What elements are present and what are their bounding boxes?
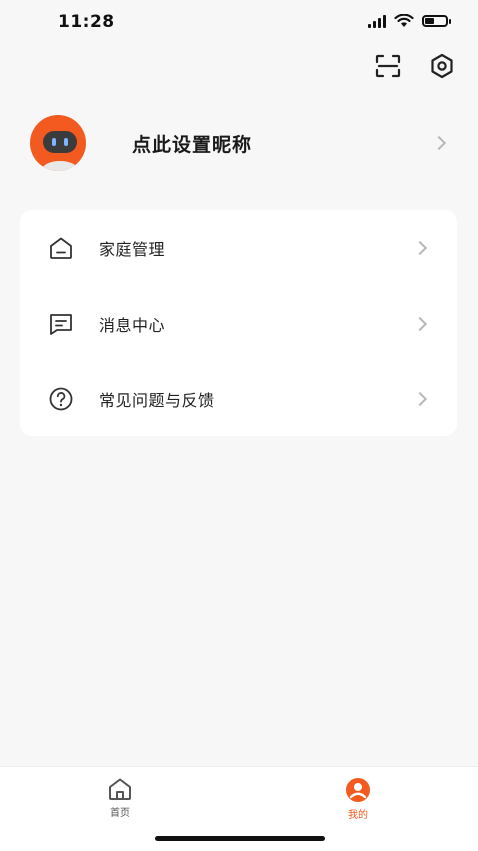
battery-level [425,18,434,24]
status-bar: 11:28 [0,0,478,46]
settings-button[interactable] [428,52,456,80]
robot-eye-left [52,138,56,146]
chevron-right-icon [431,135,447,151]
cellular-signal-icon [368,14,386,28]
tab-home[interactable]: 首页 [90,777,150,819]
robot-chin [42,161,78,171]
avatar[interactable] [30,115,86,171]
menu-item-label: 消息中心 [99,316,166,335]
profile-row[interactable]: 点此设置昵称 [30,106,454,180]
user-icon [346,778,370,802]
status-icons [368,14,451,28]
status-time: 11:28 [58,12,115,32]
message-icon [47,310,75,338]
chevron-right-icon [412,316,428,332]
wifi-icon [394,14,414,27]
battery-icon [422,15,451,27]
scan-button[interactable] [374,52,402,80]
top-actions [374,52,456,80]
nickname-prompt: 点此设置昵称 [132,133,253,156]
menu-card: 家庭管理 消息中心 常见问题与反馈 [20,210,457,436]
menu-item-faq-feedback[interactable]: 常见问题与反馈 [20,371,457,427]
help-circle-icon [47,385,75,413]
menu-item-message-center[interactable]: 消息中心 [20,296,457,352]
scan-icon [375,54,401,78]
menu-item-label: 常见问题与反馈 [99,391,215,410]
chevron-right-icon [412,240,428,256]
house-icon [47,234,75,262]
tab-label: 我的 [348,810,368,821]
settings-hexagon-icon [431,53,453,79]
robot-eye-right [64,138,68,146]
home-indicator [155,836,325,841]
menu-item-label: 家庭管理 [99,240,166,259]
home-icon [109,778,131,800]
tab-mine[interactable]: 我的 [328,777,388,821]
chevron-right-icon [412,391,428,407]
tab-label: 首页 [110,808,130,819]
robot-face [43,131,77,153]
menu-item-family-management[interactable]: 家庭管理 [20,220,457,276]
